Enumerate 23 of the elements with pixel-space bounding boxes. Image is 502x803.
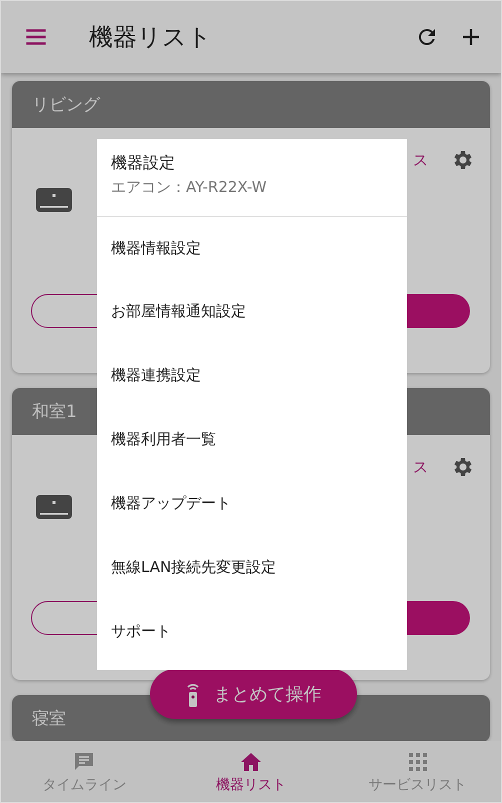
link-text[interactable]: ス — [413, 150, 428, 170]
air-conditioner-icon — [36, 188, 72, 212]
tab-label: 機器リスト — [216, 776, 286, 794]
nav-tab[interactable]: 機器リスト — [168, 741, 334, 802]
remote-control-icon — [186, 681, 200, 707]
link-text[interactable]: ス — [413, 458, 428, 476]
room-name: リビング — [32, 94, 100, 116]
page-title: 機器リスト — [89, 22, 212, 53]
tab-label: サービスリスト — [368, 776, 467, 794]
bulk-operation-button[interactable]: まとめて操作 — [150, 669, 357, 719]
menu-item[interactable]: 機器情報設定 — [97, 217, 407, 279]
menu-item[interactable]: 機器アップデート — [97, 471, 407, 535]
menu-item[interactable]: サポート — [97, 599, 407, 663]
menu-title: 機器設定 — [111, 153, 176, 174]
room-name: 和室1 — [32, 401, 77, 423]
menu-item[interactable]: 無線LAN接続先変更設定 — [97, 535, 407, 599]
device-model: エアコン：AY-R22X-W — [111, 178, 268, 197]
air-conditioner-icon — [36, 495, 72, 519]
menu-item[interactable]: 機器連携設定 — [97, 343, 407, 407]
room-name: 寝室 — [32, 708, 66, 730]
tab-label: タイムライン — [42, 776, 126, 794]
menu-item[interactable]: 機器利用者一覧 — [97, 407, 407, 471]
menu-item[interactable]: お部屋情報通知設定 — [97, 279, 407, 343]
